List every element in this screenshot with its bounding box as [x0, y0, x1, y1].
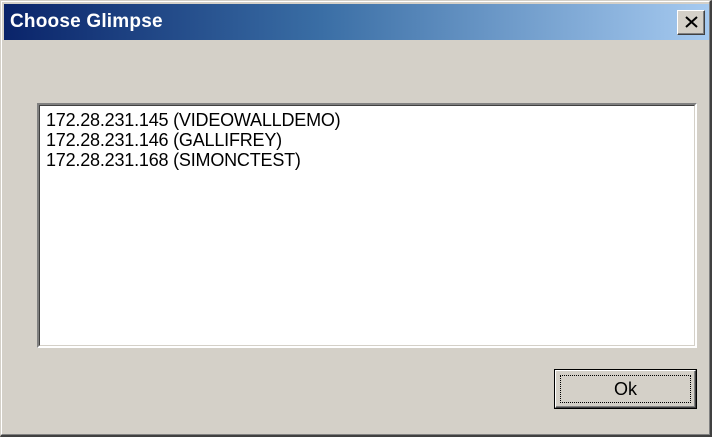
window-title: Choose Glimpse [10, 11, 163, 32]
close-button[interactable] [677, 10, 705, 35]
choose-glimpse-dialog: Choose Glimpse 172.28.231.145 (VIDEOWALL… [0, 0, 712, 437]
glimpse-listbox[interactable]: 172.28.231.145 (VIDEOWALLDEMO) 172.28.23… [37, 103, 697, 348]
list-item[interactable]: 172.28.231.168 (SIMONCTEST) [46, 150, 688, 170]
list-item[interactable]: 172.28.231.146 (GALLIFREY) [46, 130, 688, 150]
title-bar[interactable]: Choose Glimpse [4, 4, 709, 40]
ok-button[interactable]: Ok [554, 369, 697, 409]
glimpse-list: 172.28.231.145 (VIDEOWALLDEMO) 172.28.23… [39, 105, 695, 346]
list-item[interactable]: 172.28.231.145 (VIDEOWALLDEMO) [46, 110, 688, 130]
ok-button-label: Ok [613, 379, 637, 399]
close-icon [685, 16, 698, 28]
